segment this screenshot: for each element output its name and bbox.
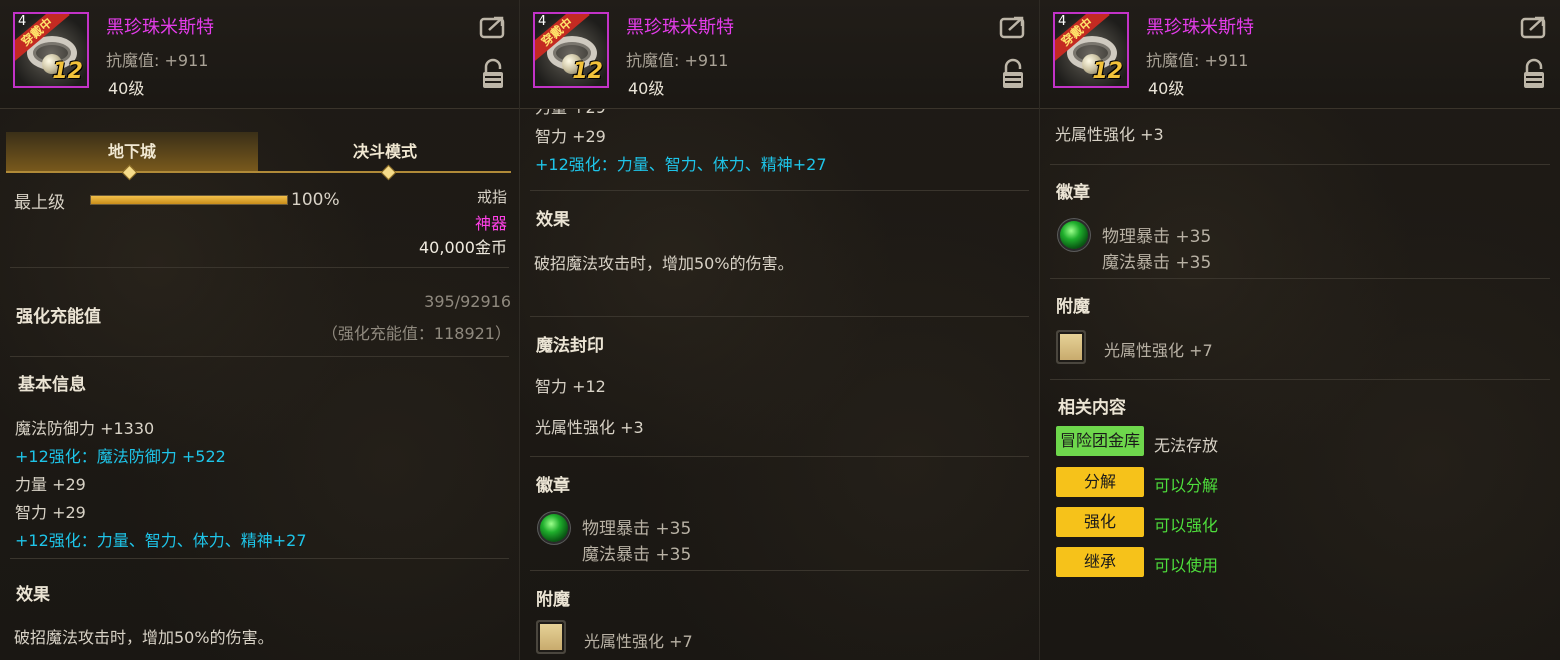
item-resist: 抗魔值: +911 <box>1146 51 1249 70</box>
effect-title: 效果 <box>536 210 570 230</box>
basic-info-title: 基本信息 <box>18 375 86 395</box>
divider <box>530 456 1029 457</box>
lock-icon[interactable] <box>1522 58 1546 90</box>
enchant-line: 光属性强化 +7 <box>1104 341 1213 360</box>
stat-line: +12强化：力量、智力、体力、精神+27 <box>535 155 827 174</box>
lock-icon[interactable] <box>1001 58 1025 90</box>
divider <box>530 570 1029 571</box>
grade-bar-fill <box>91 196 287 204</box>
grade-label: 最上级 <box>14 193 65 213</box>
item-icon-corner: 4 <box>1058 14 1067 29</box>
related-title: 相关内容 <box>1058 398 1126 418</box>
enchant-title: 附魔 <box>536 590 570 610</box>
tooltip-body: 地下城 决斗模式 最上级 100% 戒指 神器 40,000金币 强化充能值 3… <box>0 108 519 660</box>
emblem-title: 徽章 <box>1056 183 1090 203</box>
item-header: 4 穿戴中 12 黑珍珠米斯特 抗魔值: +911 40级 <box>520 0 1039 109</box>
related-desc: 无法存放 <box>1154 436 1219 455</box>
item-icon-corner: 4 <box>538 14 547 29</box>
share-icon[interactable] <box>1520 15 1548 39</box>
emblem-line: 物理暴击 +35 <box>582 519 692 539</box>
emblem-gem-icon <box>1060 221 1088 249</box>
tooltip-body: 光属性强化 +3 徽章 物理暴击 +35 魔法暴击 +35 附魔 光属性强化 +… <box>1040 108 1560 660</box>
divider <box>1050 278 1550 279</box>
stat-line: +12强化：魔法防御力 +522 <box>15 447 226 466</box>
item-level: 40级 <box>108 79 145 98</box>
enchant-card-icon <box>536 620 566 654</box>
item-level: 40级 <box>1148 79 1185 98</box>
divider <box>1050 379 1550 380</box>
related-desc: 可以强化 <box>1154 516 1219 535</box>
item-tooltip-panel-1: 4 穿戴中 12 黑珍珠米斯特 抗魔值: +911 40级 地下城 决斗模式 最… <box>0 0 520 660</box>
item-rarity: 神器 <box>474 214 507 233</box>
effect-text: 破招魔法攻击时，增加50%的伤害。 <box>534 254 794 273</box>
mode-tabs: 地下城 决斗模式 <box>6 132 511 181</box>
charge-sub: （强化充能值：118921） <box>321 324 511 343</box>
item-icon-corner: 4 <box>18 14 27 29</box>
share-icon[interactable] <box>479 15 507 39</box>
item-header: 4 穿戴中 12 黑珍珠米斯特 抗魔值: +911 40级 <box>1040 0 1560 109</box>
divider <box>1050 164 1550 165</box>
item-tooltip-panel-2: 4 穿戴中 12 黑珍珠米斯特 抗魔值: +911 40级 力量 +29 智力 … <box>520 0 1040 660</box>
enchant-line: 光属性强化 +7 <box>584 632 693 651</box>
stat-line: +12强化：力量、智力、体力、精神+27 <box>15 531 307 550</box>
enhance-level-badge: 12 <box>52 59 83 84</box>
tag-inherit[interactable]: 继承 <box>1056 547 1144 577</box>
divider <box>530 316 1029 317</box>
grade-bar <box>90 195 288 205</box>
enhance-level-badge: 12 <box>1092 59 1123 84</box>
tab-dungeon[interactable]: 地下城 <box>6 132 258 172</box>
effect-text: 破招魔法攻击时，增加50%的伤害。 <box>14 628 274 647</box>
item-header: 4 穿戴中 12 黑珍珠米斯特 抗魔值: +911 40级 <box>0 0 519 109</box>
emblem-title: 徽章 <box>536 476 570 496</box>
related-desc: 可以分解 <box>1154 476 1219 495</box>
tag-enhance[interactable]: 强化 <box>1056 507 1144 537</box>
charge-label: 强化充能值 <box>16 307 101 327</box>
emblem-line: 魔法暴击 +35 <box>582 545 692 565</box>
item-name: 黑珍珠米斯特 <box>626 17 734 38</box>
effect-title: 效果 <box>16 585 50 605</box>
item-tooltip-panel-3: 4 穿戴中 12 黑珍珠米斯特 抗魔值: +911 40级 光属性强化 +3 徽… <box>1040 0 1560 660</box>
item-resist: 抗魔值: +911 <box>626 51 729 70</box>
divider <box>10 356 509 357</box>
item-price: 40,000金币 <box>419 238 507 257</box>
seal-line: 光属性强化 +3 <box>1055 125 1164 144</box>
emblem-line: 魔法暴击 +35 <box>1102 253 1212 273</box>
stat-line: 力量 +29 <box>15 475 86 494</box>
stat-line: 智力 +29 <box>15 503 86 522</box>
seal-line: 光属性强化 +3 <box>535 418 644 437</box>
tag-adventure-vault[interactable]: 冒险团金库 <box>1056 426 1144 456</box>
tab-pvp[interactable]: 决斗模式 <box>259 132 511 172</box>
grade-percent: 100% <box>291 190 340 210</box>
enchant-card-icon <box>1056 330 1086 364</box>
tag-disassemble[interactable]: 分解 <box>1056 467 1144 497</box>
divider <box>10 267 509 268</box>
emblem-gem-icon <box>540 514 568 542</box>
charge-value: 395/92916 <box>424 292 511 311</box>
stat-line: 智力 +29 <box>535 127 606 146</box>
emblem-line: 物理暴击 +35 <box>1102 227 1212 247</box>
ring-item-icon: 4 穿戴中 12 <box>533 12 609 88</box>
tooltip-body: 力量 +29 智力 +29 +12强化：力量、智力、体力、精神+27 效果 破招… <box>520 98 1039 660</box>
enhance-level-badge: 12 <box>572 59 603 84</box>
related-desc: 可以使用 <box>1154 556 1219 575</box>
ring-item-icon: 4 穿戴中 12 <box>1053 12 1129 88</box>
ring-item-icon: 4 穿戴中 12 <box>13 12 89 88</box>
divider <box>10 558 509 559</box>
stat-line: 魔法防御力 +1330 <box>15 419 155 438</box>
seal-title: 魔法封印 <box>536 336 604 356</box>
seal-line: 智力 +12 <box>535 377 606 396</box>
enchant-title: 附魔 <box>1056 297 1090 317</box>
item-name: 黑珍珠米斯特 <box>1146 17 1254 38</box>
item-resist: 抗魔值: +911 <box>106 51 209 70</box>
lock-icon[interactable] <box>481 58 505 90</box>
divider <box>530 190 1029 191</box>
item-name: 黑珍珠米斯特 <box>106 17 214 38</box>
item-type: 戒指 <box>476 188 507 206</box>
share-icon[interactable] <box>999 15 1027 39</box>
tab-underline <box>6 171 511 173</box>
item-level: 40级 <box>628 79 665 98</box>
